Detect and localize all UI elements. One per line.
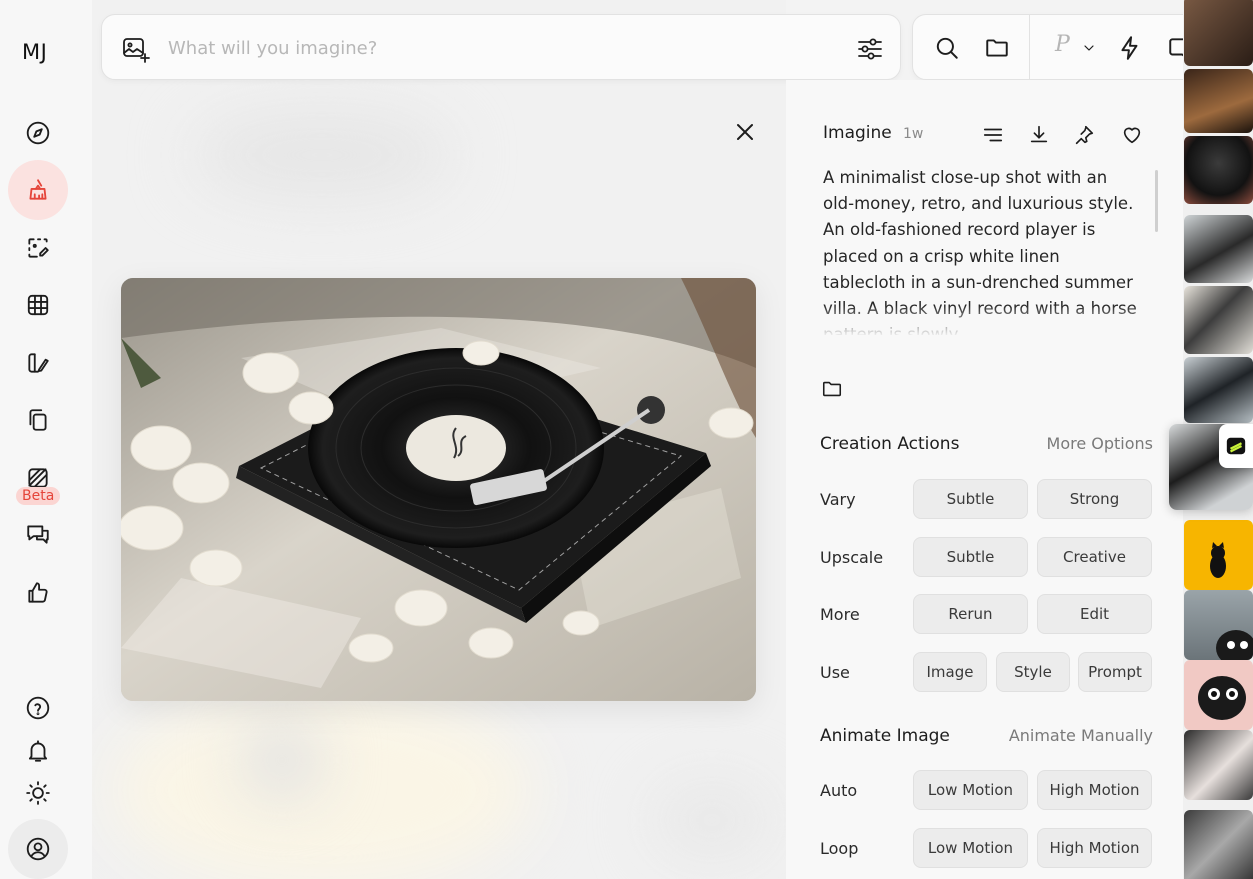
- thumbnail[interactable]: [1184, 215, 1253, 283]
- auto-high-motion-button[interactable]: High Motion: [1037, 770, 1152, 810]
- grid-icon: [27, 294, 49, 316]
- copy-icon: [29, 409, 47, 431]
- vary-strong-button[interactable]: Strong: [1037, 479, 1152, 519]
- personalize-dropdown[interactable]: [1079, 34, 1099, 62]
- record-player-image: [121, 278, 756, 701]
- like-button[interactable]: [1119, 122, 1145, 148]
- use-style-button[interactable]: Style: [996, 652, 1070, 692]
- sidebar-item-personalize[interactable]: [8, 333, 68, 393]
- chevron-down-icon: [1084, 45, 1094, 51]
- loop-low-motion-button[interactable]: Low Motion: [913, 828, 1028, 868]
- use-label: Use: [820, 663, 850, 682]
- cat-icon: [1210, 542, 1226, 578]
- thumbnail[interactable]: [1184, 286, 1253, 354]
- use-prompt-button[interactable]: Prompt: [1078, 652, 1152, 692]
- upscale-creative-button[interactable]: Creative: [1037, 537, 1152, 577]
- animate-image-title: Animate Image: [820, 726, 950, 746]
- thumbnail[interactable]: [1184, 0, 1253, 66]
- chat-icon: [27, 525, 49, 544]
- edit-button[interactable]: Edit: [1037, 594, 1152, 634]
- thumbnail[interactable]: [1184, 730, 1253, 800]
- speed-button[interactable]: [1116, 34, 1144, 62]
- use-image-button[interactable]: Image: [913, 652, 987, 692]
- more-label: More: [820, 605, 860, 624]
- imagine-bar: [101, 14, 901, 80]
- prompt-fade: [823, 305, 1143, 337]
- bell-icon: [28, 740, 48, 762]
- thumbs-up-icon: [28, 582, 48, 603]
- toolbar-divider: [1029, 15, 1030, 81]
- lines-menu-icon: [983, 128, 1003, 142]
- settings-sliders-icon[interactable]: [856, 35, 884, 63]
- imagine-input[interactable]: [168, 33, 828, 63]
- pin-icon: [1075, 125, 1094, 145]
- loop-label: Loop: [820, 839, 859, 858]
- auto-low-motion-button[interactable]: Low Motion: [913, 770, 1028, 810]
- thumbnail-cat-pink[interactable]: [1184, 660, 1253, 730]
- heart-icon: [1123, 127, 1141, 144]
- add-to-folder-button[interactable]: [821, 378, 845, 402]
- vary-label: Vary: [820, 490, 856, 509]
- upscale-label: Upscale: [820, 548, 884, 567]
- help-icon: [26, 696, 50, 720]
- crop-edit-icon: [28, 238, 49, 258]
- style-edit-icon: [28, 353, 49, 373]
- status-popup[interactable]: [1219, 424, 1253, 468]
- sidebar-item-account[interactable]: [8, 819, 68, 879]
- thumbnail-cat-yellow[interactable]: [1184, 520, 1253, 590]
- compass-icon: [26, 121, 50, 145]
- sidebar-item-explore[interactable]: [8, 103, 68, 163]
- thumbnail-cat-gray[interactable]: [1184, 590, 1253, 660]
- pin-button[interactable]: [1071, 122, 1097, 148]
- beta-badge: Beta: [16, 487, 61, 505]
- creation-actions-title: Creation Actions: [820, 434, 960, 454]
- sidebar-item-chat[interactable]: [8, 504, 68, 564]
- thumbnail[interactable]: [1184, 810, 1253, 879]
- upscale-subtle-button[interactable]: Subtle: [913, 537, 1028, 577]
- sidebar: MJ Beta: [0, 0, 92, 879]
- personalize-indicator[interactable]: P: [1055, 32, 1070, 57]
- search-icon: [936, 37, 958, 59]
- user-icon: [26, 837, 50, 861]
- job-type: Imagine: [823, 123, 892, 143]
- brush-icon: [29, 179, 47, 200]
- close-button[interactable]: [733, 120, 757, 144]
- folder-icon: [822, 381, 842, 397]
- rerun-button[interactable]: Rerun: [913, 594, 1028, 634]
- top-toolbar: P: [912, 14, 1213, 81]
- auto-label: Auto: [820, 781, 858, 800]
- animate-manually-link[interactable]: Animate Manually: [1009, 726, 1153, 745]
- download-button[interactable]: [1026, 122, 1052, 148]
- thumbnail[interactable]: [1184, 69, 1253, 133]
- job-age: 1w: [903, 126, 924, 142]
- download-icon: [1030, 125, 1048, 143]
- folder-icon: [986, 39, 1008, 57]
- prompt-scrollbar[interactable]: [1155, 170, 1158, 232]
- sidebar-item-rank[interactable]: [8, 563, 68, 623]
- options-button[interactable]: [980, 122, 1006, 148]
- add-image-icon[interactable]: [121, 35, 151, 65]
- vary-subtle-button[interactable]: Subtle: [913, 479, 1028, 519]
- thumbnail[interactable]: [1184, 136, 1253, 204]
- cat-face-icon: [1198, 676, 1246, 720]
- sun-icon: [26, 781, 50, 805]
- detail-panel: Imagine 1w A minimalist close-up shot wi…: [786, 80, 1183, 879]
- thumbnail[interactable]: [1184, 357, 1253, 423]
- video-badge-icon: [1226, 437, 1246, 455]
- lightning-icon: [1121, 36, 1138, 60]
- sidebar-item-organize[interactable]: [8, 275, 68, 335]
- sidebar-item-theme[interactable]: [8, 763, 68, 823]
- generated-image[interactable]: [121, 278, 756, 701]
- app-logo[interactable]: MJ: [22, 40, 47, 64]
- sidebar-item-moodboards[interactable]: [8, 390, 68, 450]
- more-options-link[interactable]: More Options: [1047, 434, 1153, 453]
- sidebar-item-edit[interactable]: [8, 218, 68, 278]
- search-button[interactable]: [933, 34, 961, 62]
- cat-face-icon: [1216, 630, 1253, 660]
- sidebar-item-create[interactable]: [8, 160, 68, 220]
- folders-button[interactable]: [983, 34, 1011, 62]
- close-icon: [737, 124, 753, 140]
- loop-high-motion-button[interactable]: High Motion: [1037, 828, 1152, 868]
